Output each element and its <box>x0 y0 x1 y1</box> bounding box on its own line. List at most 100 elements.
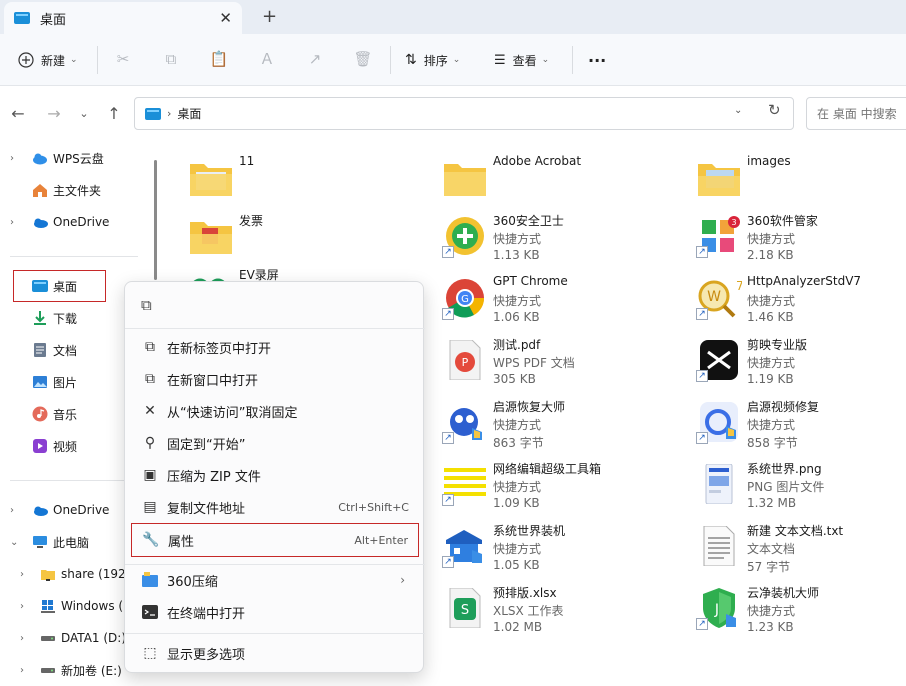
shortcut-arrow-icon: ↗ <box>442 308 454 320</box>
expand-chevron-icon[interactable]: › <box>10 505 14 516</box>
sidebar-divider <box>10 256 138 257</box>
close-tab-icon[interactable]: ✕ <box>219 9 232 27</box>
svg-text:P: P <box>462 356 469 369</box>
more-options-button[interactable]: ··· <box>588 47 606 73</box>
png-image-icon <box>705 464 733 504</box>
address-row: ← → ⌄ ↑ › 桌面 ⌄ ↻ <box>0 86 906 142</box>
expand-chevron-icon[interactable]: › <box>20 601 24 612</box>
file-item[interactable]: ↗ 360安全卫士 快捷方式 1.13 KB <box>414 206 664 266</box>
menu-item-open-terminal[interactable]: 在终端中打开 <box>131 597 419 627</box>
new-tab-button[interactable]: + <box>262 6 277 27</box>
drive-icon <box>41 636 55 641</box>
address-dropdown-icon[interactable]: ⌄ <box>734 105 742 116</box>
expand-chevron-icon[interactable]: › <box>10 153 14 164</box>
file-item[interactable]: ↗ 剪映专业版 快捷方式 1.19 KB <box>668 330 906 390</box>
expand-chevron-icon[interactable]: › <box>10 217 14 228</box>
forward-arrow-icon[interactable]: → <box>44 104 64 124</box>
tab-desktop[interactable]: 桌面 ✕ <box>4 2 242 34</box>
sort-button[interactable]: ⇅ 排序 ⌄ <box>405 47 460 73</box>
view-button[interactable]: ☰ 查看 ⌄ <box>494 47 549 73</box>
back-arrow-icon[interactable]: ← <box>8 104 28 124</box>
file-item[interactable]: S 预排版.xlsx XLSX 工作表 1.02 MB <box>414 578 664 638</box>
cut-icon[interactable]: ✂ <box>113 49 133 69</box>
toolbar-divider <box>97 46 98 74</box>
menu-item-copy-path[interactable]: ▤ 复制文件地址 Ctrl+Shift+C <box>131 492 419 522</box>
file-item[interactable]: ↗ 启源恢复大师 快捷方式 863 字节 <box>414 392 664 452</box>
file-item[interactable]: images <box>668 148 906 208</box>
expand-chevron-icon[interactable]: › <box>20 569 24 580</box>
command-bar: 新建 ⌄ ✂ ⧉ 📋 Ａ ↗ 🗑 ⇅ 排序 ⌄ ☰ 查看 ⌄ ··· <box>0 34 906 86</box>
share-icon[interactable]: ↗ <box>305 49 325 69</box>
svg-text:G: G <box>461 294 469 305</box>
wrench-icon: 🔧 <box>142 532 160 548</box>
title-bar: 桌面 ✕ + <box>0 0 906 34</box>
toolbar-divider <box>572 46 573 74</box>
collapse-chevron-icon[interactable]: ⌄ <box>10 537 18 548</box>
menu-item-show-more-options[interactable]: ⬚ 显示更多选项 <box>131 638 419 668</box>
file-item[interactable]: P 测试.pdf WPS PDF 文档 305 KB <box>414 330 664 390</box>
search-input[interactable] <box>806 97 906 130</box>
chevron-down-icon: ⌄ <box>70 55 78 65</box>
music-icon <box>32 406 48 422</box>
address-bar[interactable]: › 桌面 <box>134 97 794 130</box>
pdf-file-icon: P <box>449 340 481 380</box>
menu-item-compress-zip[interactable]: ▣ 压缩为 ZIP 文件 <box>131 460 419 490</box>
recent-chevron-icon[interactable]: ⌄ <box>74 104 94 124</box>
file-item[interactable]: 发票 <box>160 206 410 266</box>
rename-icon[interactable]: Ａ <box>257 49 277 69</box>
sidebar-scrollbar[interactable] <box>154 160 157 280</box>
file-item[interactable]: ↗ 系统世界装机 快捷方式 1.05 KB <box>414 516 664 576</box>
file-item[interactable]: 11 <box>160 148 410 208</box>
zip-icon: ▣ <box>143 467 157 483</box>
file-item[interactable]: J ↗ 云净装机大师 快捷方式 1.23 KB <box>668 578 906 638</box>
folder-icon <box>190 164 232 196</box>
network-folder-icon <box>41 570 55 581</box>
file-item[interactable]: ↗ 启源视频修复 快捷方式 858 字节 <box>668 392 906 452</box>
menu-item-pin-to-start[interactable]: ⚲ 固定到“开始” <box>131 428 419 458</box>
sidebar-item-wps-cloud[interactable]: › WPS云盘 <box>0 146 150 170</box>
file-item[interactable]: G ↗ GPT Chrome 快捷方式 1.06 KB <box>414 268 664 328</box>
menu-item-properties[interactable]: 🔧 属性 Alt+Enter <box>131 523 419 557</box>
svg-text:7: 7 <box>736 279 742 293</box>
shortcut-arrow-icon: ↗ <box>696 370 708 382</box>
expand-chevron-icon[interactable]: › <box>20 665 24 676</box>
picture-icon <box>33 376 47 388</box>
menu-item-open-new-tab[interactable]: ⧉ 在新标签页中打开 <box>131 332 419 362</box>
new-window-icon: ⧉ <box>145 371 155 387</box>
chevron-right-icon: › <box>400 573 405 587</box>
up-arrow-icon[interactable]: ↑ <box>104 104 124 124</box>
file-item[interactable]: W7 ↗ HttpAnalyzerStdV7 快捷方式 1.46 KB <box>668 268 906 328</box>
file-item[interactable]: Adobe Acrobat <box>414 148 664 208</box>
drive-icon <box>41 668 55 673</box>
paste-icon[interactable]: 📋 <box>209 49 229 69</box>
context-menu-quick-actions: ⧉ <box>125 282 425 328</box>
copy-icon[interactable]: ⧉ <box>161 49 181 69</box>
download-icon <box>34 311 46 325</box>
selection-highlight <box>13 270 106 302</box>
file-item[interactable]: 系统世界.png PNG 图片文件 1.32 MB <box>668 454 906 514</box>
new-button[interactable]: 新建 ⌄ <box>18 47 78 73</box>
shortcut-arrow-icon: ↗ <box>696 308 708 320</box>
expand-chevron-icon[interactable]: › <box>20 633 24 644</box>
shortcut-arrow-icon: ↗ <box>442 432 454 444</box>
text-file-icon <box>703 526 735 566</box>
file-item[interactable]: ↗ 网络编辑超级工具箱 快捷方式 1.09 KB <box>414 454 664 514</box>
sidebar-item-onedrive[interactable]: › OneDrive <box>0 210 150 234</box>
file-item[interactable]: 新建 文本文档.txt 文本文档 57 字节 <box>668 516 906 576</box>
tab-title: 桌面 <box>40 12 67 28</box>
shortcut-arrow-icon: ↗ <box>442 246 454 258</box>
view-label: 查看 <box>512 53 537 68</box>
view-icon: ☰ <box>494 52 506 68</box>
menu-item-360-compress[interactable]: 360压缩 › <box>131 565 419 595</box>
refresh-icon[interactable]: ↻ <box>768 101 781 119</box>
delete-icon[interactable]: 🗑 <box>353 49 373 69</box>
plus-circle-icon <box>18 52 34 68</box>
menu-item-open-new-window[interactable]: ⧉ 在新窗口中打开 <box>131 364 419 394</box>
folder-icon <box>444 164 486 196</box>
shortcut-arrow-icon: ↗ <box>696 246 708 258</box>
file-item[interactable]: 3 ↗ 360软件管家 快捷方式 2.18 KB <box>668 206 906 266</box>
breadcrumb-desktop[interactable]: 桌面 <box>177 105 201 122</box>
menu-item-unpin-quick-access[interactable]: ✕ 从“快速访问”取消固定 <box>131 396 419 426</box>
sidebar-item-home[interactable]: 主文件夹 <box>0 178 150 202</box>
copy-icon[interactable]: ⧉ <box>141 296 152 314</box>
